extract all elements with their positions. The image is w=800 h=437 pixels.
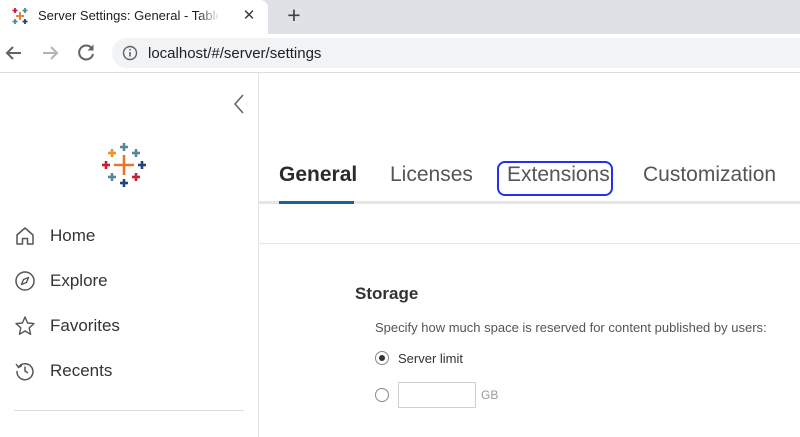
sidebar-item-home[interactable]: Home	[14, 221, 244, 251]
browser-tab-strip: Server Settings: General - Tableau ✕ +	[0, 0, 800, 34]
close-tab-icon[interactable]: ✕	[239, 6, 259, 26]
home-icon	[16, 227, 34, 245]
sidebar-item-label: Explore	[50, 271, 108, 290]
collapse-sidebar-chevron-icon[interactable]	[230, 93, 248, 115]
custom-limit-radio[interactable]	[375, 388, 389, 402]
storage-heading: Storage	[355, 284, 419, 303]
tab-customization[interactable]: Customization	[643, 163, 776, 187]
browser-toolbar: localhost/#/server/settings	[0, 34, 800, 73]
url-text: localhost/#/server/settings	[148, 45, 322, 62]
history-icon	[15, 362, 34, 381]
active-tab-underline	[279, 201, 354, 204]
tableau-favicon-icon	[12, 8, 28, 24]
site-info-icon[interactable]	[122, 45, 138, 61]
tab-title-fade	[198, 4, 220, 28]
server-limit-radio[interactable]	[375, 351, 389, 365]
sidebar-item-favorites[interactable]: Favorites	[14, 311, 244, 341]
browser-tab[interactable]: Server Settings: General - Tableau ✕	[0, 0, 268, 34]
extensions-tab-highlight	[497, 161, 613, 196]
sidebar-divider	[14, 410, 244, 411]
storage-description: Specify how much space is reserved for c…	[375, 320, 767, 335]
reload-icon[interactable]	[74, 41, 98, 65]
storage-limit-input[interactable]	[398, 382, 476, 408]
tab-licenses[interactable]: Licenses	[390, 163, 473, 187]
new-tab-button[interactable]: +	[282, 3, 306, 27]
tableau-logo-icon	[102, 143, 146, 187]
sidebar-item-label: Recents	[50, 361, 113, 380]
sidebar: Home Explore Favorites Recents	[0, 73, 259, 437]
address-bar[interactable]: localhost/#/server/settings	[112, 38, 800, 68]
sidebar-item-recents[interactable]: Recents	[14, 356, 244, 386]
server-limit-label[interactable]: Server limit	[398, 351, 463, 366]
compass-icon	[15, 271, 35, 291]
sidebar-item-label: Favorites	[50, 316, 120, 335]
browser-tab-title: Server Settings: General - Tableau	[38, 8, 218, 23]
forward-arrow-icon[interactable]	[38, 41, 62, 65]
star-icon	[15, 316, 35, 335]
gb-unit-label: GB	[481, 388, 499, 402]
sidebar-item-label: Home	[50, 226, 96, 245]
sidebar-item-explore[interactable]: Explore	[14, 266, 244, 296]
back-arrow-icon[interactable]	[2, 41, 26, 65]
section-divider	[259, 243, 800, 244]
tab-general[interactable]: General	[279, 163, 357, 187]
main-content: General Licenses Extensions Customizatio…	[259, 73, 800, 437]
